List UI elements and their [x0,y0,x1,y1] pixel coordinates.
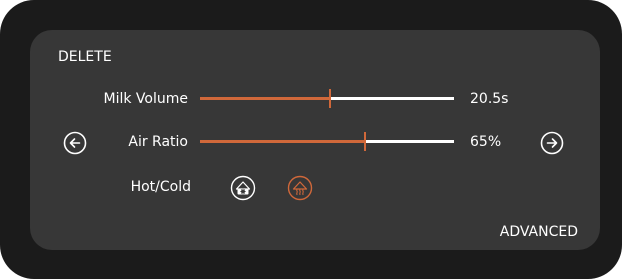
milk-volume-slider[interactable] [200,89,454,108]
air-ratio-slider-thumb[interactable] [364,132,366,151]
air-ratio-label: Air Ratio [128,134,188,150]
air-ratio-value: 65% [470,134,502,150]
milk-volume-slider-thumb[interactable] [329,89,331,108]
air-ratio-slider-fill [200,140,365,143]
advanced-button[interactable]: ADVANCED [500,224,578,240]
air-ratio-slider-track [365,140,454,143]
arrow-right-circle-icon[interactable] [540,131,564,155]
milk-volume-label: Milk Volume [103,91,189,107]
delete-button[interactable]: DELETE [58,49,112,65]
milk-volume-value: 20.5s [470,91,509,107]
milk-volume-slider-track [330,97,454,100]
control-screen: DELETE Milk Volume 20.5s Air Ratio 65% H… [30,30,600,250]
arrow-left-circle-icon[interactable] [63,131,87,155]
hot-cold-label: Hot/Cold [130,179,191,195]
air-ratio-slider[interactable] [200,132,454,151]
steam-icon[interactable] [287,175,313,201]
device-bezel: DELETE Milk Volume 20.5s Air Ratio 65% H… [0,0,622,279]
snowflake-icon[interactable] [230,175,256,201]
milk-volume-slider-fill [200,97,330,100]
